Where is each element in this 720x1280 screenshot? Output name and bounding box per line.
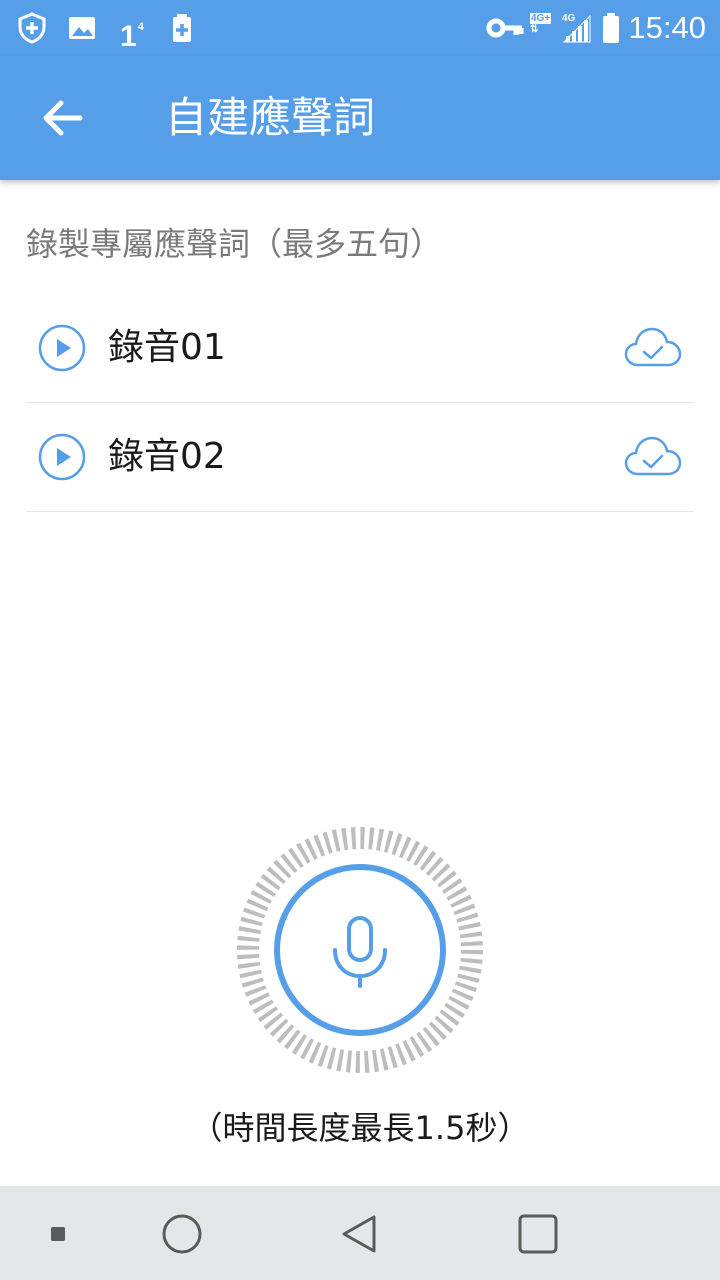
section-title: 錄製專屬應聲詞（最多五句） (26, 225, 443, 263)
image-icon (66, 12, 98, 44)
app-bar: 自建應聲詞 (0, 56, 720, 180)
signal-icon (562, 12, 592, 44)
status-bar: 14 4G+ ⇅ 4G 15:40 (0, 0, 720, 56)
recents-dot-button[interactable] (32, 1208, 84, 1260)
duration-note: （時間長度最長1.5秒） (190, 1109, 530, 1147)
recording-name: 錄音01 (108, 327, 226, 368)
cloud-check-icon (624, 433, 682, 479)
recents-dot-icon (32, 1208, 84, 1260)
recording-row[interactable]: 錄音02 (26, 403, 694, 512)
vpn-key-icon (486, 12, 524, 44)
overview-button[interactable] (512, 1208, 564, 1260)
record-button[interactable] (236, 826, 484, 1074)
recording-name: 錄音02 (108, 436, 226, 477)
play-circle-icon[interactable] (38, 324, 86, 372)
back-triangle-icon (334, 1208, 386, 1260)
system-nav-bar (0, 1186, 720, 1280)
battery-plus-icon (166, 12, 198, 44)
home-circle-icon (156, 1208, 208, 1260)
cloud-check-icon (624, 324, 682, 370)
play-circle-icon[interactable] (38, 433, 86, 481)
recording-row[interactable]: 錄音01 (26, 294, 694, 403)
back-button[interactable] (30, 86, 94, 150)
system-back-button[interactable] (334, 1208, 386, 1260)
network-type-primary: 4G+ ⇅ (530, 13, 552, 35)
home-button[interactable] (156, 1208, 208, 1260)
battery-icon (600, 12, 622, 44)
sim-indicator: 14 (120, 20, 144, 53)
arrow-left-icon (30, 86, 94, 150)
status-time: 15:40 (628, 10, 706, 45)
record-circle (274, 864, 446, 1036)
overview-square-icon (512, 1208, 564, 1260)
shield-plus-icon (16, 12, 48, 44)
page-title: 自建應聲詞 (165, 93, 376, 142)
